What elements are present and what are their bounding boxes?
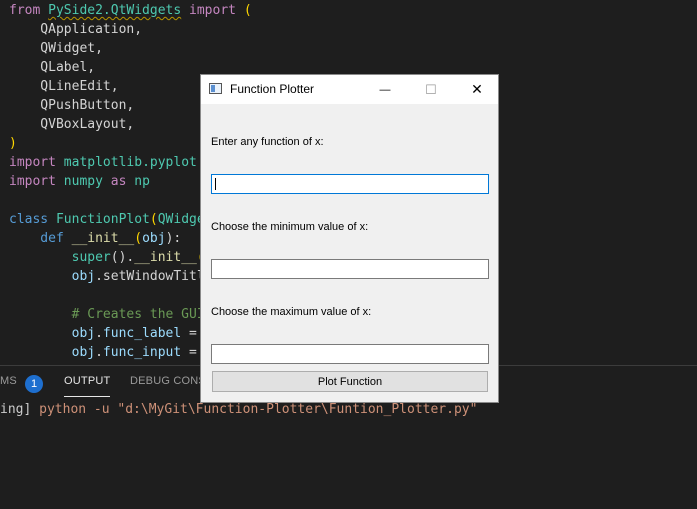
code-token: import <box>181 3 244 18</box>
code-token: super <box>9 250 111 265</box>
code-token: ) <box>9 136 17 151</box>
code-token: obj <box>9 326 96 341</box>
function-label: Enter any function of x: <box>211 136 324 148</box>
code-line: QLineEdit, <box>9 77 119 96</box>
code-token: __init__ <box>71 231 135 246</box>
output-prefix: ing] <box>0 402 40 417</box>
code-token: __init__ <box>134 250 197 265</box>
code-token: import <box>9 155 64 170</box>
code-token: QLineEdit, <box>9 79 119 94</box>
code-line: QLabel, <box>9 58 95 77</box>
code-token: # Creates the GUI <box>9 307 205 322</box>
output-text: ing] python -u "d:\MyGit\Function-Plotte… <box>0 402 477 417</box>
code-token: ): <box>165 231 182 246</box>
code-token: func_input <box>102 345 182 360</box>
code-token: np <box>134 174 150 189</box>
minimize-icon: — <box>379 83 391 96</box>
code-line: # Creates the GUI <box>9 305 205 324</box>
close-icon: ✕ <box>471 81 483 97</box>
code-token: as <box>102 174 135 189</box>
code-token: PySide2.QtWidgets <box>48 3 182 18</box>
function-input[interactable] <box>211 174 489 194</box>
code-token: .setWindowTitl <box>95 269 205 284</box>
output-command: python -u "d:\MyGit\Function-Plotter\Fun… <box>39 402 478 417</box>
code-line: from PySide2.QtWidgets import ( <box>9 1 252 20</box>
close-button[interactable]: ✕ <box>454 75 500 104</box>
code-token: func_label <box>102 326 182 341</box>
code-line: QApplication, <box>9 20 142 39</box>
code-token: QLabel, <box>9 60 96 75</box>
code-line: super().__init__( <box>9 248 205 267</box>
maximize-icon: ☐ <box>425 81 437 97</box>
code-token: obj <box>9 345 96 360</box>
code-token: ( <box>243 3 252 18</box>
code-token: import <box>9 174 64 189</box>
code-line: ) <box>9 134 17 153</box>
code-token: QWidget, <box>9 41 103 56</box>
code-line: def __init__(obj): <box>9 229 181 248</box>
code-line: import matplotlib.pyplot <box>9 153 197 172</box>
code-token: (). <box>110 250 135 265</box>
code-token: ( <box>134 231 143 246</box>
min-x-label: Choose the minimum value of x: <box>211 221 369 233</box>
code-token: obj <box>142 231 166 246</box>
minimize-button[interactable]: — <box>362 75 408 104</box>
code-token: matplotlib.pyplot <box>63 155 197 170</box>
code-line: QPushButton, <box>9 96 134 115</box>
code-line: obj.setWindowTitl <box>9 267 205 286</box>
code-token: def <box>9 231 72 246</box>
app-window-icon <box>209 83 222 94</box>
code-token: FunctionPlot <box>55 212 150 227</box>
code-token: class <box>9 212 56 227</box>
code-line: class FunctionPlot(QWidge <box>9 210 205 229</box>
code-token: numpy <box>63 174 103 189</box>
function-plotter-window: Function Plotter — ☐ ✕ Enter any functio… <box>200 74 499 403</box>
code-token: QWidge <box>157 212 205 227</box>
window-title: Function Plotter <box>230 82 315 96</box>
tab-problems[interactable]: MS <box>0 375 17 387</box>
min-x-input[interactable] <box>211 259 489 279</box>
code-line: QWidget, <box>9 39 103 58</box>
title-bar[interactable]: Function Plotter — ☐ ✕ <box>201 75 498 104</box>
plot-function-button[interactable]: Plot Function <box>212 371 488 392</box>
maximize-button[interactable]: ☐ <box>408 75 454 104</box>
code-token: ( <box>149 212 158 227</box>
code-token: from <box>9 3 49 18</box>
code-line: QVBoxLayout, <box>9 115 134 134</box>
code-token: QVBoxLayout, <box>9 117 135 132</box>
code-token: . <box>95 326 103 341</box>
max-x-input[interactable] <box>211 344 489 364</box>
code-token: QPushButton, <box>9 98 135 113</box>
text-cursor <box>215 178 216 190</box>
code-token: . <box>95 345 103 360</box>
code-token: obj <box>9 269 96 284</box>
code-line: obj.func_label = <box>9 324 205 343</box>
max-x-label: Choose the maximum value of x: <box>211 306 372 318</box>
problems-count-badge: 1 <box>25 375 43 393</box>
code-line: obj.func_input = <box>9 343 205 362</box>
code-line: import numpy as np <box>9 172 150 191</box>
tab-output[interactable]: OUTPUT <box>64 375 111 397</box>
code-token: QApplication, <box>9 22 143 37</box>
